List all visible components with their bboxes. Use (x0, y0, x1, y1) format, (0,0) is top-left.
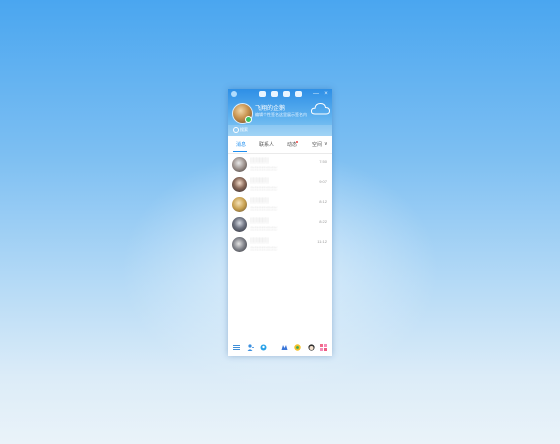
search-placeholder: 搜索 (240, 127, 248, 132)
user-signature[interactable]: 编辑个性签名这里展示签名内容 (255, 112, 307, 118)
weather-icon[interactable] (259, 91, 266, 97)
notification-badge (296, 141, 298, 143)
conversation-item[interactable]: ░░░░░░ ░░░░░░░░░░░ 8:12 (228, 195, 332, 215)
message-time: 7:50 (319, 159, 327, 164)
contacts-icon[interactable] (260, 344, 267, 351)
contact-name: ░░░░░░ (250, 238, 269, 244)
contact-name: ░░░░░░ (250, 218, 269, 224)
qq-logo-icon (231, 91, 237, 97)
conversation-item[interactable]: ░░░░░░ ░░░░░░░░░░░ 7:50 (228, 155, 332, 175)
message-time: 8:22 (319, 219, 327, 224)
conversation-item[interactable]: ░░░░░░ ░░░░░░░░░░░ 9:07 (228, 175, 332, 195)
add-friend-icon[interactable] (247, 344, 254, 351)
message-preview: ░░░░░░░░░░░ (250, 186, 277, 191)
search-icon (233, 127, 239, 133)
profile-header: — × 飞翔的企鹅 编辑个性签名这里展示签名内容 搜索 (228, 89, 332, 136)
game-icon[interactable] (295, 91, 302, 97)
message-preview: ░░░░░░░░░░░ (250, 206, 277, 211)
message-preview: ░░░░░░░░░░░ (250, 166, 277, 171)
zone-icon[interactable] (281, 344, 288, 351)
message-time: 11:12 (317, 239, 327, 244)
close-button[interactable]: × (323, 91, 329, 97)
main-tabs: 消息 联系人 动态 空间 ∨ (228, 136, 332, 154)
tab-more-chevron-icon[interactable]: ∨ (324, 141, 328, 147)
contact-avatar (232, 217, 247, 232)
online-status-icon[interactable] (245, 116, 252, 123)
message-time: 8:12 (319, 199, 327, 204)
title-bar: — × (228, 90, 332, 99)
search-bar[interactable]: 搜索 (228, 125, 332, 136)
cloud-icon (311, 102, 330, 115)
tab-zone[interactable]: 空间 (312, 141, 322, 148)
tab-contacts[interactable]: 联系人 (259, 141, 274, 148)
contact-avatar (232, 237, 247, 252)
user-nickname: 飞翔的企鹅 (255, 106, 286, 112)
contact-name: ░░░░░░ (250, 178, 269, 184)
contact-avatar (232, 177, 247, 192)
avatar-shop-icon[interactable] (308, 344, 315, 351)
bottom-toolbar (228, 340, 332, 356)
contact-avatar (232, 157, 247, 172)
message-preview: ░░░░░░░░░░░ (250, 246, 277, 251)
qq-main-window: — × 飞翔的企鹅 编辑个性签名这里展示签名内容 搜索 消息 联系人 动态 空间… (228, 89, 332, 356)
game-center-icon[interactable] (294, 344, 301, 351)
conversation-item[interactable]: ░░░░░░ ░░░░░░░░░░░ 8:22 (228, 215, 332, 235)
contact-name: ░░░░░░ (250, 198, 269, 204)
app-icon[interactable] (283, 91, 290, 97)
minimize-button[interactable]: — (313, 91, 319, 97)
conversation-item[interactable]: ░░░░░░ ░░░░░░░░░░░ 11:12 (228, 235, 332, 255)
menu-icon[interactable] (233, 344, 240, 351)
contact-name: ░░░░░░ (250, 158, 269, 164)
apps-icon[interactable] (320, 344, 327, 351)
skin-icon[interactable] (271, 91, 278, 97)
message-time: 9:07 (319, 179, 327, 184)
message-preview: ░░░░░░░░░░░ (250, 226, 277, 231)
contact-avatar (232, 197, 247, 212)
tab-messages[interactable]: 消息 (236, 141, 246, 148)
active-tab-indicator (233, 151, 247, 152)
